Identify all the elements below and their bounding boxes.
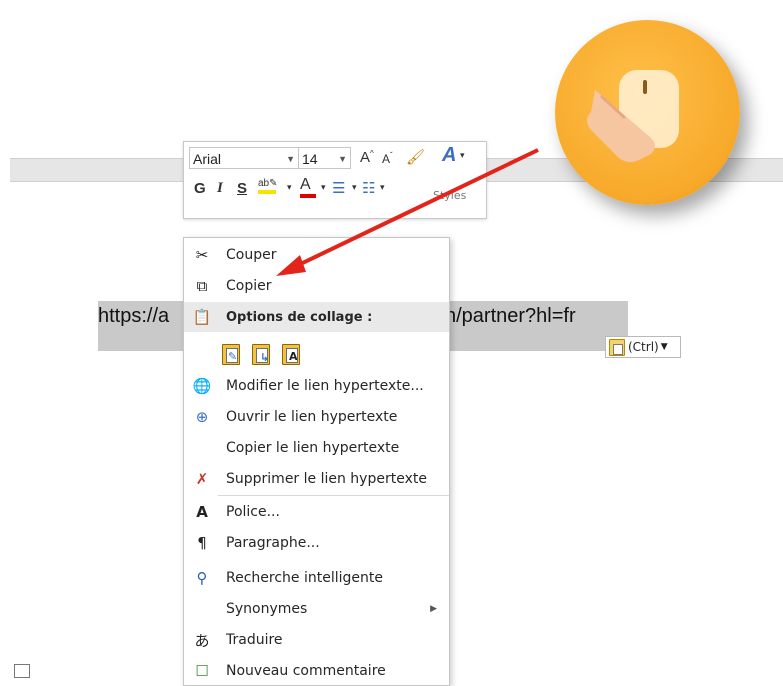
pointer-arrow bbox=[276, 148, 539, 276]
read-mode-icon[interactable] bbox=[14, 664, 30, 678]
arrow-head bbox=[276, 255, 306, 276]
arrow-shaft bbox=[287, 148, 539, 272]
